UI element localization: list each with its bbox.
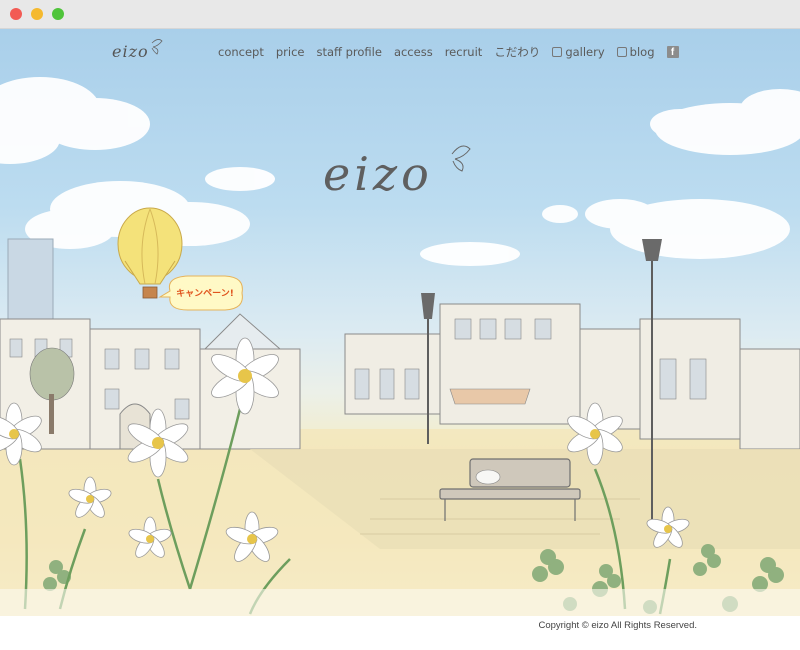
browser-window: eizo concept price staff profile access … (0, 0, 800, 650)
footer: Copyright © eizo All Rights Reserved. (0, 616, 800, 650)
nav-label: gallery (565, 45, 605, 59)
minimize-window-button[interactable] (31, 8, 43, 20)
facebook-icon[interactable]: f (666, 46, 679, 58)
nav-blog[interactable]: blog (611, 45, 661, 59)
campaign-label: キャンペーン! (176, 289, 234, 299)
nav-kodawari[interactable]: こだわり (488, 44, 546, 60)
nav-label: こだわり (494, 45, 541, 59)
external-icon (552, 47, 563, 57)
main-nav: concept price staff profile access recru… (212, 44, 679, 60)
nav-label: blog (629, 45, 655, 59)
nav-gallery[interactable]: gallery (546, 45, 610, 59)
nav-recruit[interactable]: recruit (439, 45, 489, 59)
nav-label: recruit (444, 45, 483, 59)
site-logo[interactable]: eizo (112, 42, 149, 61)
copyright-text: Copyright © eizo All Rights Reserved. (538, 620, 697, 631)
nav-label: access (393, 45, 433, 59)
external-icon (616, 47, 627, 57)
campaign-link[interactable]: キャンペーン! (168, 277, 242, 309)
nav-label: staff profile (316, 45, 382, 59)
nav-price[interactable]: price (270, 45, 311, 59)
nav-staff-profile[interactable]: staff profile (310, 45, 387, 59)
town-illustration (0, 39, 800, 616)
nav-label: price (275, 45, 305, 59)
window-titlebar (0, 0, 800, 29)
close-window-button[interactable] (10, 8, 22, 20)
nav-concept[interactable]: concept (212, 45, 270, 59)
maximize-window-button[interactable] (52, 8, 64, 20)
butterfly-mark (451, 145, 471, 172)
hero-logo: eizo (323, 147, 433, 201)
hero-illustration: eizo concept price staff profile access … (0, 29, 800, 616)
nav-access[interactable]: access (388, 45, 439, 59)
nav-label: concept (218, 45, 264, 59)
